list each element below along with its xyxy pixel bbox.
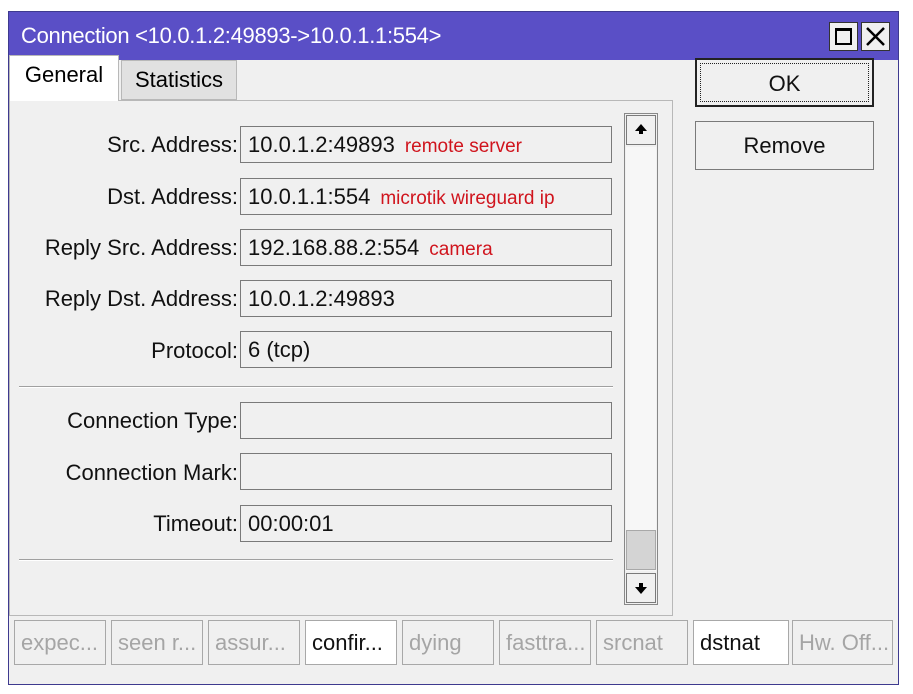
- src-address-field[interactable]: 10.0.1.2:49893 remote server: [240, 126, 612, 163]
- reply-src-address-field[interactable]: 192.168.88.2:554 camera: [240, 229, 612, 266]
- section-divider: [19, 386, 613, 388]
- dst-address-note: microtik wireguard ip: [380, 188, 555, 209]
- src-address-label: Src. Address:: [107, 132, 238, 157]
- status-srcnat: srcnat: [596, 620, 688, 665]
- vertical-scrollbar[interactable]: [624, 113, 658, 605]
- maximize-button[interactable]: [829, 22, 858, 51]
- protocol-field[interactable]: 6 (tcp): [240, 331, 612, 368]
- status-dstnat: dstnat: [693, 620, 789, 665]
- close-icon: [866, 27, 885, 46]
- dst-address-field[interactable]: 10.0.1.1:554 microtik wireguard ip: [240, 178, 612, 215]
- reply-src-address-value: 192.168.88.2:554: [248, 235, 420, 260]
- status-expected: expec...: [14, 620, 106, 665]
- timeout-field[interactable]: 00:00:01: [240, 505, 612, 542]
- title-bar[interactable]: Connection <10.0.1.2:49893->10.0.1.1:554…: [9, 12, 898, 60]
- timeout-label: Timeout:: [153, 511, 238, 536]
- focus-ring: [700, 63, 869, 102]
- scroll-down-button[interactable]: [626, 573, 656, 603]
- timeout-value: 00:00:01: [248, 511, 334, 536]
- reply-dst-address-value: 10.0.1.2:49893: [248, 286, 395, 311]
- maximize-icon: [835, 28, 852, 45]
- src-address-value: 10.0.1.2:49893: [248, 132, 395, 157]
- dst-address-label: Dst. Address:: [107, 184, 238, 209]
- scroll-thumb[interactable]: [626, 530, 656, 570]
- reply-src-address-label: Reply Src. Address:: [44, 235, 238, 260]
- scroll-up-button[interactable]: [626, 115, 656, 145]
- status-dying: dying: [402, 620, 494, 665]
- dst-address-value: 10.0.1.1:554: [248, 184, 371, 209]
- remove-button-label: Remove: [743, 133, 826, 158]
- ok-button[interactable]: OK: [695, 58, 874, 107]
- status-seen-reply: seen r...: [111, 620, 203, 665]
- reply-src-address-note: camera: [429, 239, 493, 260]
- tab-general[interactable]: General: [9, 55, 119, 101]
- status-fasttrack: fasttra...: [499, 620, 591, 665]
- connection-mark-field[interactable]: [240, 453, 612, 490]
- section-divider-bottom: [19, 559, 613, 561]
- status-assured: assur...: [208, 620, 300, 665]
- remove-button[interactable]: Remove: [695, 121, 874, 170]
- reply-dst-address-label: Reply Dst. Address:: [44, 286, 238, 311]
- reply-dst-address-field[interactable]: 10.0.1.2:49893: [240, 280, 612, 317]
- arrow-down-icon: [635, 583, 647, 594]
- protocol-label: Protocol:: [151, 338, 238, 363]
- tab-statistics[interactable]: Statistics: [121, 60, 237, 100]
- window-title: Connection <10.0.1.2:49893->10.0.1.1:554…: [21, 23, 442, 48]
- connection-type-field[interactable]: [240, 402, 612, 439]
- connection-type-label: Connection Type:: [67, 408, 238, 433]
- arrow-up-icon: [635, 124, 647, 134]
- src-address-note: remote server: [404, 136, 523, 157]
- status-hw-offload: Hw. Off...: [792, 620, 893, 665]
- connection-mark-label: Connection Mark:: [65, 460, 238, 485]
- status-confirmed: confir...: [305, 620, 397, 665]
- close-button[interactable]: [861, 22, 890, 51]
- scroll-track[interactable]: [626, 147, 656, 571]
- protocol-value: 6 (tcp): [248, 337, 311, 362]
